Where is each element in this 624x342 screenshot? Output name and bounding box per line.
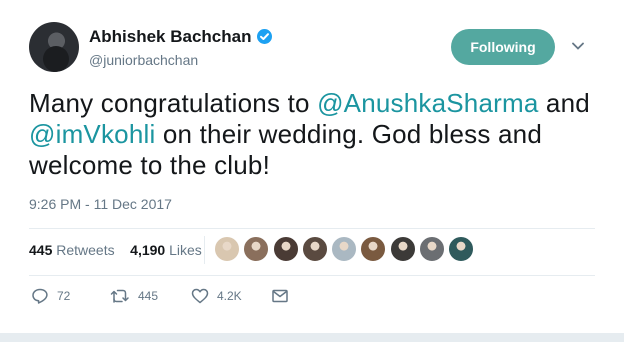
reply-count: 72 <box>57 289 71 303</box>
tweet-card: Abhishek Bachchan @juniorbachchan Follow… <box>0 0 624 333</box>
liker-avatar[interactable] <box>419 236 446 262</box>
stats-separator <box>204 236 205 264</box>
liker-avatars <box>214 236 478 264</box>
chevron-down-icon[interactable] <box>572 41 584 51</box>
retweets-label: Retweets <box>56 242 115 258</box>
retweets-stat[interactable]: 445 Retweets <box>29 242 115 258</box>
reply-icon <box>32 288 48 304</box>
author-name[interactable]: Abhishek Bachchan <box>89 27 252 47</box>
direct-message-button[interactable] <box>271 288 289 304</box>
following-button[interactable]: Following <box>451 29 555 65</box>
mention-link[interactable]: @imVkohli <box>29 119 155 149</box>
avatar[interactable] <box>29 22 79 72</box>
verified-badge-icon <box>257 29 272 44</box>
liker-avatar[interactable] <box>360 236 387 262</box>
divider <box>29 275 595 276</box>
tweet-text-part: and <box>538 88 590 118</box>
retweet-count: 445 <box>138 289 159 303</box>
likes-label: Likes <box>169 242 202 258</box>
liker-avatar[interactable] <box>448 236 475 262</box>
tweet-text-part: Many congratulations to <box>29 88 318 118</box>
mention-link[interactable]: @AnushkaSharma <box>317 88 538 118</box>
retweets-count: 445 <box>29 242 53 258</box>
liker-avatar[interactable] <box>243 236 270 262</box>
author-handle[interactable]: @juniorbachchan <box>89 52 198 68</box>
liker-avatar[interactable] <box>272 236 299 262</box>
like-button[interactable]: 4.2K <box>191 288 242 304</box>
page-background-strip <box>0 333 624 342</box>
liker-avatar[interactable] <box>331 236 358 262</box>
liker-avatar[interactable] <box>214 236 240 262</box>
liker-avatar[interactable] <box>301 236 328 262</box>
retweet-icon <box>110 289 129 303</box>
liker-avatar[interactable] <box>389 236 416 262</box>
heart-icon <box>191 288 209 304</box>
tweet-timestamp[interactable]: 9:26 PM - 11 Dec 2017 <box>29 196 172 212</box>
retweet-button[interactable]: 445 <box>110 288 158 304</box>
like-count: 4.2K <box>217 289 242 303</box>
likes-stat[interactable]: 4,190 Likes <box>130 242 202 258</box>
reply-button[interactable]: 72 <box>31 288 70 304</box>
tweet-text: Many congratulations to @AnushkaSharma a… <box>29 88 599 181</box>
divider <box>29 228 595 229</box>
likes-count: 4,190 <box>130 242 166 258</box>
tweet-stats: 445 Retweets 4,190 Likes <box>29 242 202 258</box>
envelope-icon <box>272 289 288 303</box>
